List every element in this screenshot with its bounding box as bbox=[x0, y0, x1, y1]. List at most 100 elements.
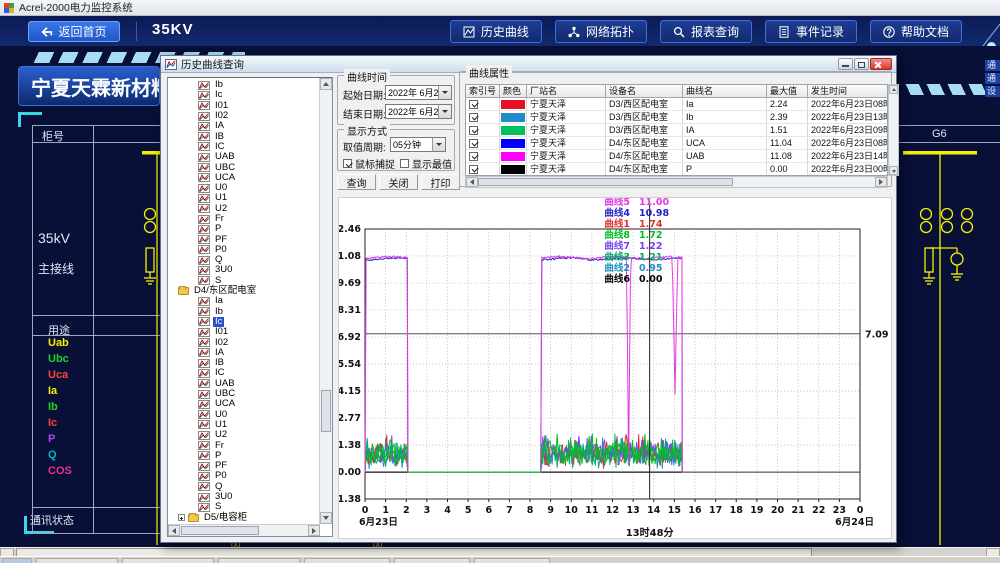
expander-icon[interactable] bbox=[178, 514, 185, 522]
props-row-5[interactable]: 5 宁夏天泽D4/东区配电室UAB11.082022年6月23日14时 bbox=[466, 150, 887, 163]
tree-item-3U0[interactable]: 3U0 bbox=[168, 265, 319, 275]
minimize-button[interactable] bbox=[838, 58, 853, 70]
props-vertical-scrollbar[interactable] bbox=[888, 84, 899, 176]
tree-item-Q[interactable]: Q bbox=[168, 481, 319, 492]
tree-scroll-up[interactable] bbox=[320, 78, 332, 90]
row-checkbox-cell[interactable]: 2 bbox=[466, 111, 500, 123]
props-row-1[interactable]: 1 宁夏天泽D3/西区配电室Ia2.242022年6月23日08时 bbox=[466, 98, 887, 111]
taskbar-item[interactable] bbox=[218, 558, 300, 563]
taskbar-item[interactable] bbox=[122, 558, 214, 563]
tree-scroll-down[interactable] bbox=[320, 512, 332, 524]
props-col-4[interactable]: 设备名 bbox=[606, 85, 683, 97]
end-date-combo[interactable]: 2022年 6月23 bbox=[385, 104, 452, 119]
row-checkbox-cell[interactable]: 5 bbox=[466, 150, 500, 162]
tree-item-UBC[interactable]: UBC bbox=[168, 389, 319, 399]
props-scroll-left[interactable] bbox=[466, 177, 478, 187]
tree-item-P[interactable]: P bbox=[168, 224, 319, 234]
tree-item-3U0[interactable]: 3U0 bbox=[168, 492, 319, 502]
query-button[interactable]: 查询 bbox=[337, 174, 376, 190]
taskbar-item[interactable] bbox=[474, 558, 550, 563]
props-horizontal-scrollbar[interactable] bbox=[465, 176, 888, 188]
tree-horizontal-scrollbar[interactable] bbox=[168, 524, 320, 536]
curve-tree[interactable]: Ib Ic I01 I02 IA IB IC UAB UBC UCA U0 U1 U2 Fr P PF P0 Q 3… bbox=[168, 78, 319, 524]
tree-item-I01[interactable]: I01 bbox=[168, 100, 319, 111]
edge-tab-2[interactable]: 通 bbox=[985, 73, 1000, 84]
props-row-4[interactable]: 4 宁夏天泽D4/东区配电室UCA11.042022年6月23日08时 bbox=[466, 137, 887, 150]
props-col-3[interactable]: 厂站名 bbox=[527, 85, 606, 97]
tree-item-Ib[interactable]: Ib bbox=[168, 80, 319, 90]
tree-item-IB[interactable]: IB bbox=[168, 358, 319, 368]
tree-item-I02[interactable]: I02 bbox=[168, 337, 319, 348]
curve-props-table[interactable]: 索引号颜色厂站名设备名曲线名最大值发生时间1宁夏天泽D3/西区配电室Ia2.24… bbox=[465, 84, 888, 176]
tree-item-Ic[interactable]: Ic bbox=[168, 90, 319, 100]
props-row-6[interactable]: 6 宁夏天泽D4/东区配电室P0.002022年6月23日00时 bbox=[466, 163, 887, 175]
props-col-1[interactable]: 索引号 bbox=[466, 85, 500, 97]
tree-item-I02[interactable]: I02 bbox=[168, 111, 319, 121]
tree-item-S[interactable]: S bbox=[168, 502, 319, 512]
dropdown-arrow-icon[interactable] bbox=[432, 138, 445, 151]
tree-item-PF[interactable]: PF bbox=[168, 234, 319, 245]
tree-item-Fr[interactable]: Fr bbox=[168, 214, 319, 224]
props-col-7[interactable]: 发生时间 bbox=[808, 85, 887, 97]
props-row-3[interactable]: 3 宁夏天泽D3/西区配电室IA1.512022年6月23日09时 bbox=[466, 124, 887, 137]
tree-item-U0[interactable]: U0 bbox=[168, 409, 319, 420]
taskbar-item[interactable] bbox=[2, 558, 32, 563]
history-curve-chart[interactable]: 12.46 11.08 9.69 8.31 6.92 5.54 4.15 2.77 1.38 0.… bbox=[331, 196, 892, 539]
props-row-2[interactable]: 2 宁夏天泽D3/西区配电室Ib2.392022年6月23日13时 bbox=[466, 111, 887, 124]
show-extreme-checkbox[interactable]: 显示最值 bbox=[400, 156, 452, 171]
row-checkbox[interactable] bbox=[469, 125, 478, 135]
taskbar-item[interactable] bbox=[394, 558, 470, 563]
tree-item-UAB[interactable]: UAB bbox=[168, 152, 319, 162]
tree-item-P0[interactable]: P0 bbox=[168, 244, 319, 255]
tree-item-UAB[interactable]: UAB bbox=[168, 378, 319, 389]
row-checkbox-cell[interactable]: 1 bbox=[466, 98, 500, 110]
tree-item-P[interactable]: P bbox=[168, 450, 319, 461]
props-col-5[interactable]: 曲线名 bbox=[683, 85, 767, 97]
props-col-2[interactable]: 颜色 bbox=[500, 85, 527, 97]
tree-vertical-scrollbar[interactable] bbox=[319, 78, 332, 524]
row-checkbox-cell[interactable]: 3 bbox=[466, 124, 500, 136]
tree-scroll-right[interactable] bbox=[308, 525, 320, 536]
start-date-combo[interactable]: 2022年 6月23 bbox=[385, 85, 452, 100]
close-dialog-button[interactable]: 关闭 bbox=[379, 174, 418, 190]
edge-tab-3[interactable]: 设 bbox=[985, 86, 1000, 97]
nav-button-help-doc[interactable]: 帮助文档 bbox=[869, 20, 962, 43]
tree-item-P0[interactable]: P0 bbox=[168, 471, 319, 481]
tree-folder-D5/电容柜[interactable]: D5/电容柜 bbox=[168, 512, 319, 522]
tree-item-Ib[interactable]: Ib bbox=[168, 306, 319, 317]
tree-item-IA[interactable]: IA bbox=[168, 121, 319, 131]
main-horizontal-scrollbar[interactable] bbox=[0, 547, 1000, 562]
tree-folder-D4/东区配电室[interactable]: D4/东区配电室 bbox=[168, 286, 319, 296]
props-col-6[interactable]: 最大值 bbox=[767, 85, 808, 97]
tree-item-U2[interactable]: U2 bbox=[168, 430, 319, 440]
tree-item-U1[interactable]: U1 bbox=[168, 193, 319, 203]
tree-scroll-thumb[interactable] bbox=[321, 390, 331, 432]
nav-button-history-curve[interactable]: 历史曲线 bbox=[449, 20, 542, 43]
row-checkbox-cell[interactable]: 6 bbox=[466, 163, 500, 175]
close-button[interactable] bbox=[870, 58, 892, 70]
tree-item-PF[interactable]: PF bbox=[168, 461, 319, 471]
row-checkbox[interactable] bbox=[469, 138, 478, 148]
row-checkbox[interactable] bbox=[469, 99, 478, 109]
tree-hscroll-thumb[interactable] bbox=[181, 526, 259, 535]
props-scroll-right[interactable] bbox=[875, 177, 887, 187]
nav-button-network-topology[interactable]: 网络拓扑 bbox=[554, 20, 647, 43]
back-home-button[interactable]: 返回首页 bbox=[28, 21, 120, 42]
tree-item-UCA[interactable]: UCA bbox=[168, 399, 319, 409]
tree-item-U1[interactable]: U1 bbox=[168, 419, 319, 430]
tree-item-Ic[interactable]: Ic bbox=[168, 316, 319, 327]
props-scroll-down[interactable] bbox=[889, 166, 898, 175]
print-button[interactable]: 打印 bbox=[421, 174, 460, 190]
edge-tab-1[interactable]: 通 bbox=[985, 60, 1000, 71]
mouse-capture-checkbox[interactable]: 鼠标捕捉 bbox=[343, 156, 395, 171]
row-checkbox-cell[interactable]: 4 bbox=[466, 137, 500, 149]
maximize-button[interactable] bbox=[854, 58, 869, 70]
taskbar-item[interactable] bbox=[304, 558, 390, 563]
tree-item-U2[interactable]: U2 bbox=[168, 203, 319, 214]
tree-item-IC[interactable]: IC bbox=[168, 141, 319, 152]
tree-item-IB[interactable]: IB bbox=[168, 131, 319, 142]
tree-item-IC[interactable]: IC bbox=[168, 368, 319, 378]
taskbar-item[interactable] bbox=[36, 558, 118, 563]
props-scroll-up[interactable] bbox=[889, 85, 898, 94]
tree-item-IA[interactable]: IA bbox=[168, 347, 319, 358]
